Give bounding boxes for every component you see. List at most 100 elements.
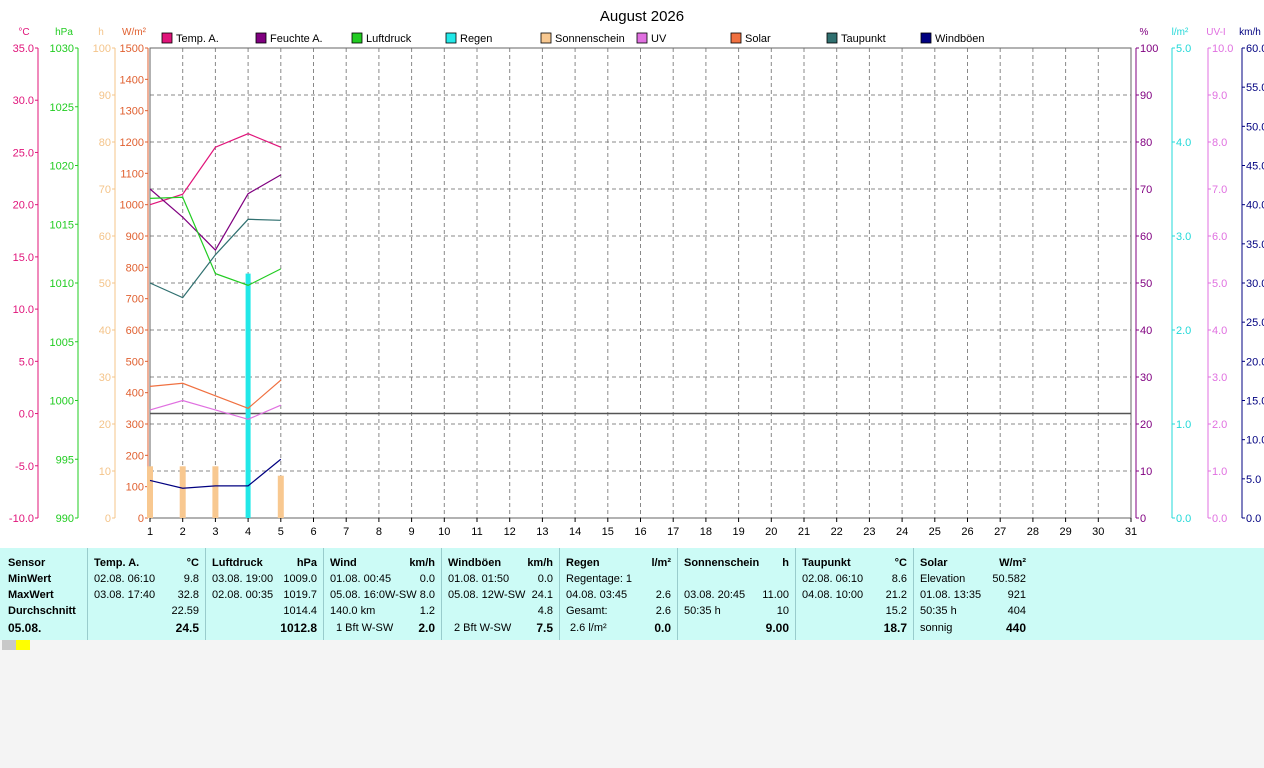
rain-column: Regen l/m² Regentage: 1 04.08. 03:45 2.6… bbox=[560, 548, 678, 640]
right-axis-tick-label: 0.0 bbox=[1176, 513, 1191, 525]
right-axis-tick-label: 10.0 bbox=[1246, 435, 1264, 447]
left-axis-unit: hPa bbox=[55, 27, 73, 38]
solar-unit: W/m² bbox=[999, 557, 1026, 569]
wind-min: 0.0 bbox=[419, 573, 435, 585]
left-axis-tick-label: 1025 bbox=[50, 102, 74, 114]
legend-swatch bbox=[351, 32, 363, 44]
sunshine-header: Sonnenschein bbox=[684, 557, 760, 569]
legend-item: Temp. A. bbox=[161, 32, 219, 45]
left-axis-tick-label: -5.0 bbox=[15, 461, 34, 473]
gusts-min: 0.0 bbox=[537, 573, 553, 585]
right-axis-tick-label: 50 bbox=[1140, 278, 1152, 290]
temp-min-date: 02.08. 06:10 bbox=[94, 573, 156, 585]
pressure-avg: 1014.4 bbox=[283, 605, 317, 617]
gusts-max: 24.1 bbox=[531, 589, 553, 601]
x-tick-label: 22 bbox=[831, 526, 843, 538]
left-axis-tick-label: 90 bbox=[99, 90, 111, 102]
left-axis-tick-label: 10.0 bbox=[13, 304, 34, 316]
right-axis-tick-label: 40.0 bbox=[1246, 200, 1264, 212]
left-axis-tick-label: 5.0 bbox=[19, 356, 34, 368]
right-axis-tick-label: 40 bbox=[1140, 325, 1152, 337]
right-axis-tick-label: 20.0 bbox=[1246, 356, 1264, 368]
sunshine-total: 50:35 h bbox=[684, 605, 721, 617]
status-square-yellow bbox=[16, 640, 30, 650]
gusts-max-date: 05.08. 12W-SW bbox=[448, 589, 526, 601]
x-tick-label: 16 bbox=[634, 526, 646, 538]
gusts-bft: 2 Bft W-SW bbox=[454, 622, 512, 634]
x-tick-label: 5 bbox=[278, 526, 284, 538]
wind-max-date: 05.08. 16:0W-SW bbox=[330, 589, 417, 601]
wind-max: 8.0 bbox=[419, 589, 435, 601]
x-tick-label: 18 bbox=[700, 526, 712, 538]
left-axis-tick-label: 100 bbox=[93, 43, 111, 55]
left-axis-tick-label: 20.0 bbox=[13, 200, 34, 212]
legend-label: Temp. A. bbox=[176, 33, 219, 45]
right-axis-tick-label: 20 bbox=[1140, 419, 1152, 431]
left-axis-tick-label: 1015 bbox=[50, 219, 74, 231]
legend-item: Sonnenschein bbox=[540, 32, 625, 45]
legend-swatch bbox=[920, 32, 932, 44]
temp-header: Temp. A. bbox=[94, 557, 140, 569]
pressure-max: 1019.7 bbox=[283, 589, 317, 601]
pressure-today: 1012.8 bbox=[280, 621, 317, 635]
right-axis-tick-label: 30.0 bbox=[1246, 278, 1264, 290]
right-axis-tick-label: 0.0 bbox=[1212, 513, 1227, 525]
right-axis-tick-label: 10.0 bbox=[1212, 43, 1233, 55]
left-axis-tick-label: -10.0 bbox=[9, 513, 34, 525]
legend-item: Luftdruck bbox=[351, 32, 412, 45]
right-axis-tick-label: 2.0 bbox=[1176, 325, 1191, 337]
durchschnitt-label: Durchschnitt bbox=[8, 605, 76, 617]
chart-title: August 2026 bbox=[600, 8, 684, 25]
left-axis-tick-label: 80 bbox=[99, 137, 111, 149]
pressure-header: Luftdruck bbox=[212, 557, 263, 569]
x-tick-label: 26 bbox=[961, 526, 973, 538]
legend-label: UV bbox=[651, 33, 667, 45]
right-axis-tick-label: 55.0 bbox=[1246, 82, 1264, 94]
left-axis-unit: °C bbox=[18, 27, 29, 38]
legend-item: Solar bbox=[730, 32, 771, 45]
gusts-header: Windböen bbox=[448, 557, 502, 569]
dewpoint-min-date: 02.08. 06:10 bbox=[802, 573, 864, 585]
left-axis-tick-label: 1000 bbox=[50, 396, 74, 408]
left-axis-tick-label: 10 bbox=[99, 466, 111, 478]
left-axis-unit: h bbox=[98, 27, 104, 38]
weather-chart: August 2026 1 2 3 4 5 6 7 8 9 10 11 12 13 14 15 16 17 18 1… bbox=[9, 8, 1264, 538]
left-axis-tick-label: 70 bbox=[99, 184, 111, 196]
solar-condition: sonnig bbox=[920, 622, 953, 634]
legend-item: Windböen bbox=[920, 32, 985, 45]
pressure-column: Luftdruck hPa 03.08. 19:00 1009.0 02.08.… bbox=[206, 548, 324, 640]
left-axis-unit: W/m² bbox=[122, 27, 147, 38]
left-axis-tick-label: 60 bbox=[99, 231, 111, 243]
legend-swatch bbox=[255, 32, 267, 44]
summary-panel: Sensor MinWert MaxWert Durchschnitt 05.0… bbox=[0, 548, 1264, 640]
left-axis-tick-label: 15.0 bbox=[13, 252, 34, 264]
right-axis-tick-label: 1.0 bbox=[1176, 419, 1191, 431]
dewpoint-max-date: 04.08. 10:00 bbox=[802, 589, 864, 601]
legend-swatch bbox=[445, 32, 457, 44]
chart-area: August 2026 1 2 3 4 5 6 7 8 9 10 11 12 13 14 15 16 17 18 1… bbox=[0, 0, 1264, 548]
legend-swatch bbox=[540, 32, 552, 44]
solar-header: Solar bbox=[920, 557, 948, 569]
temp-min: 9.8 bbox=[183, 573, 199, 585]
right-axis-tick-label: 4.0 bbox=[1212, 325, 1227, 337]
x-tick-label: 12 bbox=[504, 526, 516, 538]
pressure-min: 1009.0 bbox=[283, 573, 317, 585]
temp-column: Temp. A. °C 02.08. 06:10 9.8 03.08. 17:4… bbox=[88, 548, 206, 640]
right-axis-tick-label: 0.0 bbox=[1246, 513, 1261, 525]
x-tick-label: 10 bbox=[438, 526, 450, 538]
right-axis-unit: l/m² bbox=[1172, 27, 1189, 38]
rain-unit: l/m² bbox=[651, 557, 671, 569]
right-axis-tick-label: 10 bbox=[1140, 466, 1152, 478]
legend-label: Feuchte A. bbox=[270, 33, 323, 45]
rain-header: Regen bbox=[566, 557, 600, 569]
pressure-max-date: 02.08. 00:35 bbox=[212, 589, 274, 601]
x-tick-label: 24 bbox=[896, 526, 908, 538]
x-tick-label: 21 bbox=[798, 526, 810, 538]
solar-elevation: 50.582 bbox=[992, 573, 1026, 585]
legend-label: Luftdruck bbox=[366, 33, 412, 45]
right-axis-tick-label: 3.0 bbox=[1212, 372, 1227, 384]
gusts-avg: 4.8 bbox=[537, 605, 553, 617]
sonnenschein-bar bbox=[179, 466, 186, 518]
left-axis-tick-label: 0 bbox=[138, 513, 144, 525]
right-axis-tick-label: 5.0 bbox=[1212, 278, 1227, 290]
